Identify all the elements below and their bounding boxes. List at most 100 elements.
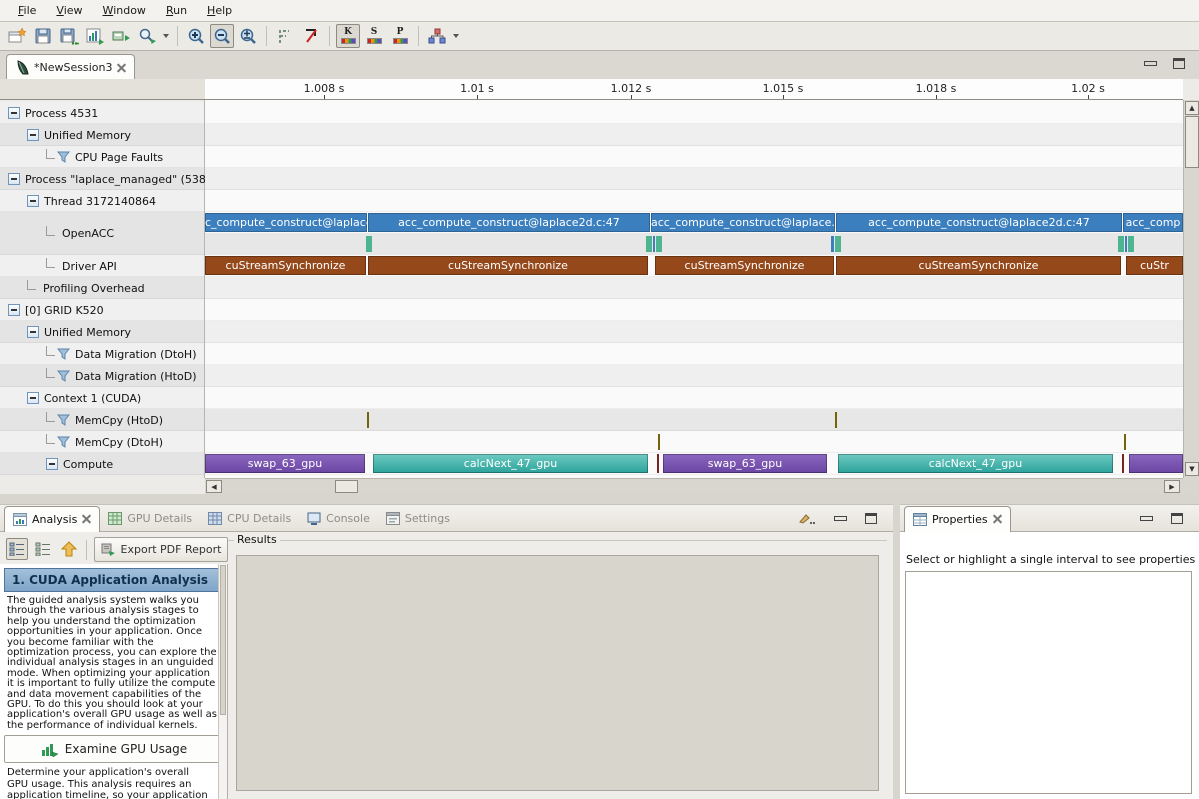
tab-gpu-details[interactable]: GPU Details — [100, 505, 200, 531]
close-icon[interactable] — [117, 63, 126, 72]
tree-row[interactable]: Data Migration (DtoH) — [0, 343, 204, 365]
search-run-button[interactable] — [135, 24, 159, 48]
kernel-segments-button[interactable]: K — [336, 24, 360, 48]
tree-row[interactable]: Context 1 (CUDA) — [0, 387, 204, 409]
openacc-mark[interactable] — [653, 236, 655, 252]
stream-segments-button[interactable]: S — [362, 24, 386, 48]
dropdown-caret-icon[interactable] — [453, 34, 459, 38]
marker-ruler-button[interactable] — [273, 24, 297, 48]
timeline-interval[interactable]: acc_compute_construct@laplace2d.c:47 — [368, 213, 650, 232]
collapse-icon[interactable] — [27, 129, 39, 141]
save-as-button[interactable] — [57, 24, 81, 48]
view-menu-pencil-icon[interactable] — [798, 511, 816, 525]
collapse-icon[interactable] — [27, 195, 39, 207]
export-pdf-button[interactable]: Export PDF Report — [94, 537, 228, 562]
menu-help[interactable]: Help — [197, 2, 242, 19]
memcpy-tick[interactable] — [1124, 434, 1126, 450]
examine-gpu-usage-button[interactable]: Examine GPU Usage — [4, 735, 224, 763]
timeline-interval[interactable]: cuStreamSynchronize — [368, 256, 648, 275]
timeline-vscrollbar[interactable]: ▲ ▼ — [1183, 100, 1199, 478]
collapse-icon[interactable] — [27, 326, 39, 338]
timeline-interval[interactable] — [1122, 454, 1124, 473]
menu-run[interactable]: Run — [156, 2, 197, 19]
zoom-in-button[interactable] — [184, 24, 208, 48]
zoom-fit-button[interactable] — [236, 24, 260, 48]
tab-properties[interactable]: Properties — [904, 506, 1011, 532]
rename-button[interactable] — [109, 24, 133, 48]
process-segments-button[interactable]: P — [388, 24, 412, 48]
close-icon[interactable] — [82, 515, 91, 524]
maximize-icon[interactable] — [865, 513, 877, 524]
tab-settings[interactable]: Settings — [378, 505, 458, 531]
timeline-interval[interactable]: calcNext_47_gpu — [838, 454, 1113, 473]
timeline-interval[interactable] — [657, 454, 659, 473]
menu-file[interactable]: File — [8, 2, 46, 19]
minimize-icon[interactable] — [1140, 516, 1153, 521]
timeline-interval[interactable]: cuStreamSynchronize — [836, 256, 1121, 275]
timeline-ruler[interactable]: 1.008 s1.01 s1.012 s1.015 s1.018 s1.02 s — [205, 79, 1183, 100]
timeline-interval[interactable]: cuStreamSynchronize — [655, 256, 834, 275]
collapse-icon[interactable] — [8, 173, 20, 185]
tree-row[interactable]: Profiling Overhead — [0, 277, 204, 299]
vscroll-thumb[interactable] — [1185, 116, 1199, 168]
maximize-icon[interactable] — [1171, 513, 1183, 524]
guided-analysis-view-button[interactable] — [6, 538, 28, 560]
tree-row[interactable]: OpenACC — [0, 212, 204, 255]
memcpy-tick[interactable] — [367, 412, 369, 428]
timeline-interval[interactable]: calcNext_47_gpu — [373, 454, 648, 473]
openacc-mark[interactable] — [1128, 236, 1134, 252]
scroll-left-icon[interactable]: ◀ — [206, 480, 222, 493]
scroll-up-icon[interactable]: ▲ — [1185, 101, 1199, 115]
tree-row[interactable]: MemCpy (HtoD) — [0, 409, 204, 431]
tab-newsession[interactable]: *NewSession3 — [6, 54, 135, 80]
openacc-mark[interactable] — [1118, 236, 1124, 252]
collapse-icon[interactable] — [8, 304, 20, 316]
analysis-scroll-thumb[interactable] — [220, 565, 226, 715]
tree-row[interactable]: Thread 3172140864 — [0, 190, 204, 212]
timeline-chart-button[interactable] — [83, 24, 107, 48]
minimize-icon[interactable] — [1144, 61, 1157, 66]
filter-icon[interactable] — [57, 436, 70, 448]
collapse-icon[interactable] — [27, 392, 39, 404]
memcpy-tick[interactable] — [658, 434, 660, 450]
analysis-scrollbar[interactable] — [218, 564, 227, 799]
filter-icon[interactable] — [57, 370, 70, 382]
openacc-mark[interactable] — [1125, 236, 1127, 252]
minimize-icon[interactable] — [834, 516, 847, 521]
tree-row[interactable]: Compute — [0, 453, 204, 475]
scroll-right-icon[interactable]: ▶ — [1164, 480, 1180, 493]
timeline-interval[interactable]: acc_compute_construct@laplace2d.c:47 — [836, 213, 1122, 232]
maximize-icon[interactable] — [1173, 58, 1185, 69]
openacc-mark[interactable] — [366, 236, 372, 252]
timeline-interval[interactable]: swap_63_gpu — [663, 454, 827, 473]
timeline-interval[interactable]: c_compute_construct@laplace... — [205, 213, 367, 232]
timeline-interval[interactable]: acc_comp — [1123, 213, 1183, 232]
tree-row[interactable]: Driver API — [0, 255, 204, 277]
openacc-mark[interactable] — [831, 236, 834, 252]
openacc-mark[interactable] — [656, 236, 662, 252]
tab-analysis[interactable]: Analysis — [4, 506, 100, 532]
openacc-mark[interactable] — [646, 236, 652, 252]
tab-cpu-details[interactable]: CPU Details — [200, 505, 299, 531]
timeline-hscrollbar[interactable]: ◀ ▶ — [205, 478, 1183, 494]
timeline-interval[interactable]: acc_compute_construct@laplace... — [651, 213, 835, 232]
timeline-interval[interactable]: swap_63_gpu — [205, 454, 365, 473]
tree-row[interactable]: [0] GRID K520 — [0, 299, 204, 321]
tree-row[interactable]: Process 4531 — [0, 102, 204, 124]
call-tree-button[interactable] — [425, 24, 449, 48]
menu-window[interactable]: Window — [93, 2, 156, 19]
tree-row[interactable]: Unified Memory — [0, 124, 204, 146]
marker-flag-button[interactable] — [299, 24, 323, 48]
dropdown-caret-icon[interactable] — [163, 34, 169, 38]
filter-icon[interactable] — [57, 348, 70, 360]
tree-row[interactable]: Process "laplace_managed" (538) — [0, 168, 204, 190]
hscroll-thumb[interactable] — [335, 480, 358, 493]
filter-icon[interactable] — [57, 151, 70, 163]
timeline-interval[interactable]: cuStreamSynchronize — [205, 256, 366, 275]
zoom-out-button[interactable] — [210, 24, 234, 48]
openacc-mark[interactable] — [835, 236, 841, 252]
collapse-icon[interactable] — [46, 458, 58, 470]
save-button[interactable] — [31, 24, 55, 48]
memcpy-tick[interactable] — [835, 412, 837, 428]
tree-row[interactable]: Unified Memory — [0, 321, 204, 343]
